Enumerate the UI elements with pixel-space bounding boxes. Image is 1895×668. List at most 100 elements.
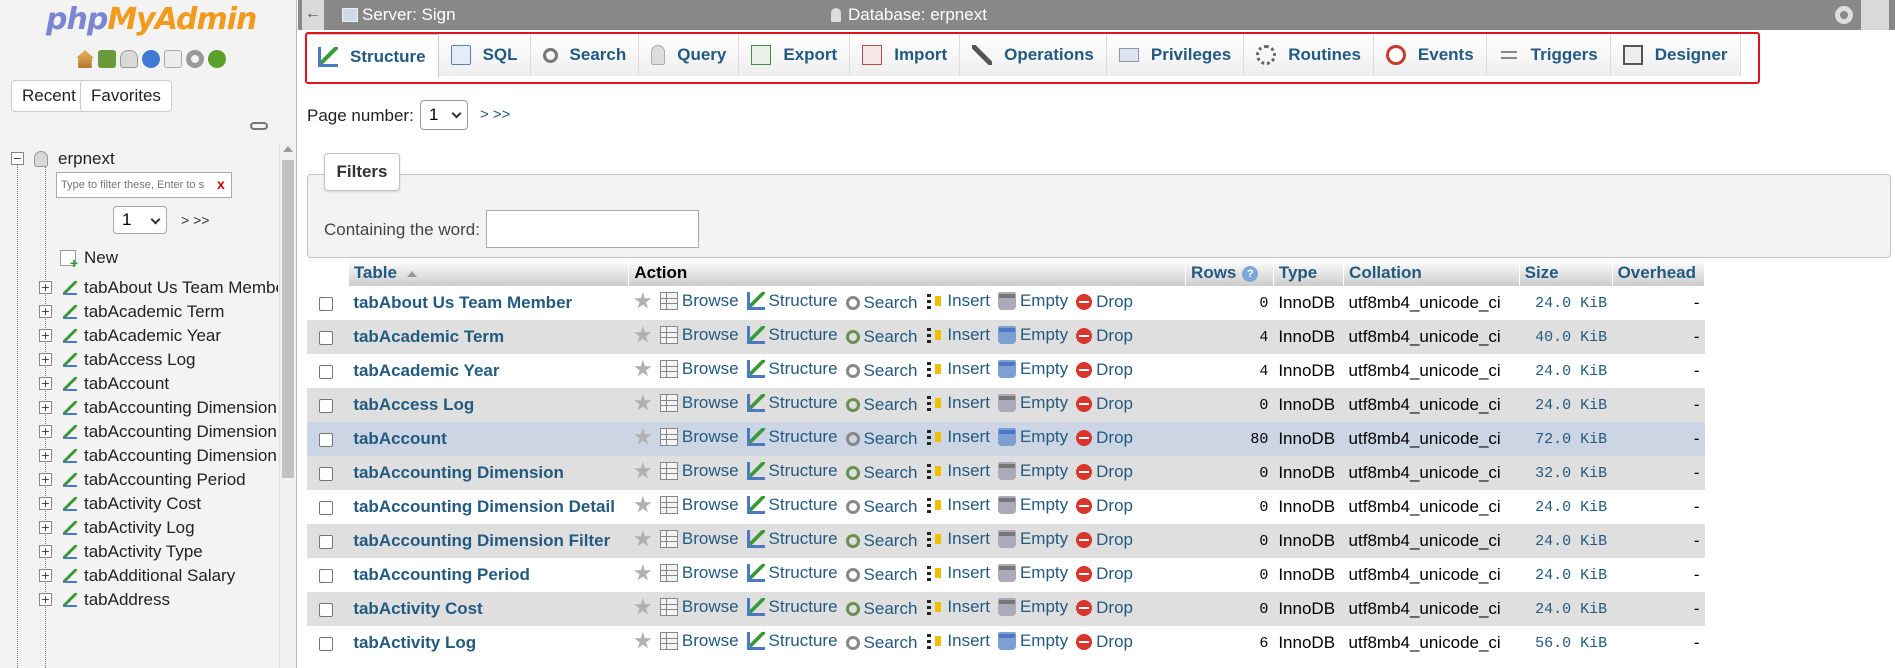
table-row[interactable]: tabAcademic Term Browse Structure Search Ins… — [307, 320, 1705, 354]
tab-query[interactable]: Query — [639, 34, 740, 76]
header-collation[interactable]: Collation — [1343, 260, 1520, 286]
structure-action[interactable]: Structure — [746, 359, 838, 379]
tree-expander[interactable]: + — [39, 329, 52, 342]
docs-icon[interactable] — [164, 50, 182, 68]
tab-events[interactable]: Events — [1373, 34, 1487, 76]
table-structure-icon[interactable] — [62, 496, 78, 512]
database-icon[interactable] — [120, 50, 138, 68]
browse-action[interactable]: Browse — [659, 291, 739, 311]
row-checkbox[interactable] — [319, 636, 333, 651]
empty-action[interactable]: Empty — [997, 325, 1068, 345]
table-name-link[interactable]: tabAccounting Dimension — [353, 463, 564, 482]
favorite-action[interactable] — [634, 598, 652, 616]
tab-designer[interactable]: Designer — [1610, 34, 1741, 76]
top-collapse-button[interactable] — [1861, 0, 1889, 30]
browse-action[interactable]: Browse — [659, 427, 739, 447]
browse-action[interactable]: Browse — [659, 631, 739, 651]
tree-table-item[interactable]: tabAccount — [84, 374, 169, 394]
tree-table-item[interactable]: tabActivity Log — [84, 518, 195, 538]
scroll-thumb[interactable] — [282, 160, 294, 478]
help-icon[interactable]: ? — [1242, 265, 1259, 282]
tree-table-item[interactable]: tabAbout Us Team Membe — [84, 278, 278, 298]
insert-action[interactable]: Insert — [925, 393, 990, 413]
structure-action[interactable]: Structure — [746, 597, 838, 617]
table-size[interactable]: 72.0 KiB — [1519, 422, 1613, 456]
browse-action[interactable]: Browse — [659, 495, 739, 515]
header-size[interactable]: Size — [1519, 260, 1613, 286]
search-action[interactable]: Search — [845, 361, 917, 381]
tree-table-item[interactable]: tabAccounting Period — [84, 470, 246, 490]
tree-expander[interactable]: + — [39, 425, 52, 438]
filter-word-input[interactable] — [486, 210, 699, 248]
favorite-action[interactable] — [634, 360, 652, 378]
row-checkbox[interactable] — [319, 568, 333, 583]
structure-action[interactable]: Structure — [746, 291, 838, 311]
tree-expander[interactable]: + — [39, 545, 52, 558]
drop-action[interactable]: Drop — [1076, 530, 1133, 550]
search-action[interactable]: Search — [845, 531, 917, 551]
drop-action[interactable]: Drop — [1076, 428, 1133, 448]
search-action[interactable]: Search — [845, 429, 917, 449]
table-size[interactable]: 40.0 KiB — [1519, 320, 1613, 354]
structure-action[interactable]: Structure — [746, 325, 838, 345]
structure-action[interactable]: Structure — [746, 427, 838, 447]
table-structure-icon[interactable] — [62, 520, 78, 536]
tree-table-item[interactable]: tabAcademic Term — [84, 302, 224, 322]
table-row[interactable]: tabActivity Log Browse Structure Search Inse… — [307, 626, 1705, 660]
table-row[interactable]: tabAccount Browse Structure Search Insert Emp… — [307, 422, 1705, 456]
search-action[interactable]: Search — [845, 633, 917, 653]
drop-action[interactable]: Drop — [1076, 632, 1133, 652]
tab-triggers[interactable]: Triggers — [1486, 34, 1611, 76]
drop-action[interactable]: Drop — [1076, 394, 1133, 414]
table-size[interactable]: 24.0 KiB — [1519, 354, 1613, 388]
structure-action[interactable]: Structure — [746, 631, 838, 651]
home-icon[interactable] — [76, 50, 94, 68]
page-number-select[interactable]: 1 — [420, 100, 468, 130]
tree-page-next[interactable]: > >> — [181, 212, 209, 228]
favorite-action[interactable] — [634, 564, 652, 582]
tree-page-select[interactable]: 1 — [113, 206, 167, 234]
insert-action[interactable]: Insert — [925, 495, 990, 515]
header-type[interactable]: Type — [1273, 260, 1345, 286]
recent-button[interactable]: Recent — [11, 80, 87, 112]
browse-action[interactable]: Browse — [659, 529, 739, 549]
table-structure-icon[interactable] — [62, 424, 78, 440]
table-size[interactable]: 24.0 KiB — [1519, 490, 1613, 524]
drop-action[interactable]: Drop — [1076, 496, 1133, 516]
table-row[interactable]: tabAcademic Year Browse Structure Search Ins… — [307, 354, 1705, 388]
table-size[interactable]: 24.0 KiB — [1519, 558, 1613, 592]
structure-action[interactable]: Structure — [746, 495, 838, 515]
table-row[interactable]: tabAccess Log Browse Structure Search Insert… — [307, 388, 1705, 422]
tree-table-item[interactable]: tabAdditional Salary — [84, 566, 235, 586]
table-row[interactable]: tabActivity Cost Browse Structure Search Ins… — [307, 592, 1705, 626]
tab-search[interactable]: Search — [530, 34, 640, 76]
empty-action[interactable]: Empty — [997, 427, 1068, 447]
nav-scrollbar[interactable] — [279, 144, 295, 668]
search-action[interactable]: Search — [845, 599, 917, 619]
row-checkbox[interactable] — [319, 364, 333, 379]
table-name-link[interactable]: tabActivity Log — [353, 633, 476, 652]
empty-action[interactable]: Empty — [997, 393, 1068, 413]
tree-expander[interactable]: + — [39, 473, 52, 486]
tree-filter-input[interactable] — [56, 172, 232, 198]
tree-table-item[interactable]: tabAccounting Dimension — [84, 398, 277, 418]
tab-operations[interactable]: Operations — [960, 34, 1107, 76]
structure-action[interactable]: Structure — [746, 563, 838, 583]
insert-action[interactable]: Insert — [925, 291, 990, 311]
help-icon[interactable] — [142, 50, 160, 68]
tab-sql[interactable]: SQL — [438, 34, 531, 76]
header-table[interactable]: Table — [348, 260, 630, 286]
table-name-link[interactable]: tabAccounting Dimension Filter — [353, 531, 610, 550]
tree-expander[interactable]: + — [39, 593, 52, 606]
empty-action[interactable]: Empty — [997, 563, 1068, 583]
tree-table-item[interactable]: tabAcademic Year — [84, 326, 221, 346]
tree-table-item[interactable]: tabAddress — [84, 590, 170, 610]
table-size[interactable]: 24.0 KiB — [1519, 592, 1613, 626]
collapse-nav-icon[interactable]: ← — [302, 0, 324, 30]
tree-table-item[interactable]: tabAccounting Dimension I — [84, 422, 278, 442]
favorite-action[interactable] — [634, 394, 652, 412]
insert-action[interactable]: Insert — [925, 597, 990, 617]
row-checkbox[interactable] — [319, 602, 333, 617]
tree-expander[interactable]: + — [39, 521, 52, 534]
table-name-link[interactable]: tabAccounting Dimension Detail — [353, 497, 615, 516]
